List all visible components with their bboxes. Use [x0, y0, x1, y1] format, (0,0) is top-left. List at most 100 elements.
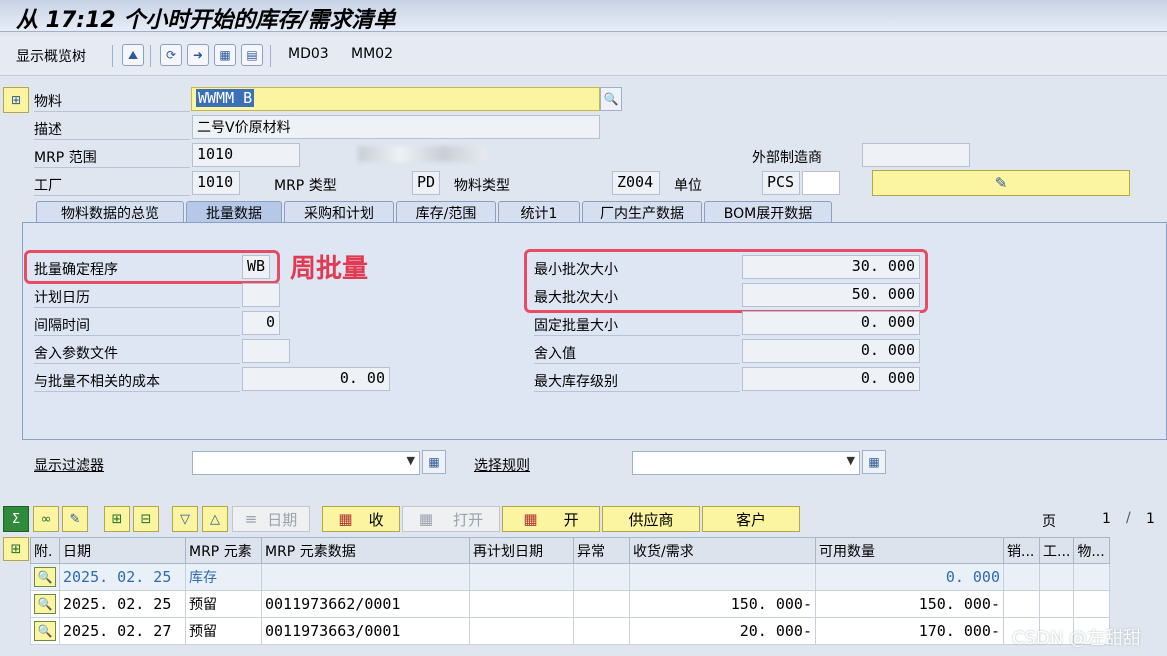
plant-label: 工厂 — [34, 178, 62, 194]
edit-pencil-button[interactable]: ✎ — [872, 170, 1130, 196]
page-total: 1 — [1146, 511, 1155, 527]
tab-overview[interactable]: 物料数据的总览 — [36, 201, 184, 223]
table-header-row: 附. 日期 MRP 元素 MRP 元素数据 再计划日期 异常 收货/需求 可用数… — [30, 537, 1111, 564]
magnifier-icon[interactable]: 🔍 — [34, 621, 56, 641]
column-header[interactable]: 工... — [1038, 537, 1075, 564]
select-all-icon[interactable]: ⊞ — [3, 537, 29, 561]
date-cell: 2025. 02. 27 — [59, 617, 186, 645]
selection-rule-dropdown[interactable]: ▼ — [632, 451, 860, 475]
mrp-elements-table: 附. 日期 MRP 元素 MRP 元素数据 再计划日期 异常 收货/需求 可用数… — [30, 537, 1111, 645]
planning-calendar-field — [242, 283, 280, 307]
interval-field: 0 — [242, 311, 280, 335]
available-qty-cell: 0. 000 — [815, 563, 1004, 591]
tab-lot-size-data[interactable]: 批量数据 — [186, 201, 282, 223]
sort-down-icon[interactable]: ▽ — [172, 506, 198, 532]
magnifier-icon[interactable]: 🔍 — [34, 567, 56, 587]
open-button-label: 打开 — [453, 510, 484, 529]
row-detail-cell[interactable]: 🔍 — [30, 617, 60, 645]
label-underline — [534, 363, 740, 364]
mm02-button[interactable]: MM02 — [351, 46, 393, 62]
row-detail-cell[interactable]: 🔍 — [30, 563, 60, 591]
column-header[interactable]: MRP 元素 — [185, 537, 262, 564]
column-header[interactable]: 异常 — [573, 537, 630, 564]
receive-button[interactable]: ▦ 收 — [322, 506, 400, 532]
pencil-icon[interactable]: ✎ — [62, 506, 88, 532]
table-row[interactable]: 🔍 2025. 02. 25 库存 0. 000 — [30, 563, 1111, 591]
toolbar-separator — [112, 45, 113, 67]
available-qty-cell: 150. 000- — [815, 590, 1004, 618]
refresh-icon[interactable]: ⟳ — [160, 44, 182, 66]
tab-statistics[interactable]: 统计1 — [498, 201, 580, 223]
table-row[interactable]: 🔍 2025. 02. 25 预留 0011973662/0001 150. 0… — [30, 590, 1111, 618]
material-input[interactable]: WWMM B — [191, 87, 600, 111]
lot-independent-cost-field: 0. 00 — [242, 367, 390, 391]
empty-cell — [1038, 563, 1075, 591]
selection-rule-label: 选择规则 — [474, 458, 530, 474]
document-icon[interactable]: ▤ — [241, 44, 263, 66]
date-button[interactable]: ≡ 日期 — [232, 506, 310, 532]
customer-button[interactable]: 客户 — [702, 506, 800, 532]
column-header[interactable]: 再计划日期 — [469, 537, 574, 564]
pencil-icon: ✎ — [994, 174, 1008, 192]
rounding-value-label: 舍入值 — [534, 346, 576, 362]
date-cell: 2025. 02. 25 — [59, 590, 186, 618]
column-header[interactable]: 附. — [30, 537, 60, 564]
toolbar-separator — [150, 45, 151, 67]
rule-settings-icon[interactable]: ▦ — [862, 450, 886, 474]
column-header[interactable]: 收货/需求 — [629, 537, 816, 564]
title-bar: 从 17:12 个小时开始的库存/需求清单 — [0, 0, 1167, 33]
column-header[interactable]: 日期 — [59, 537, 186, 564]
page-label: 页 — [1042, 514, 1056, 530]
table-row[interactable]: 🔍 2025. 02. 27 预留 0011973663/0001 20. 00… — [30, 617, 1111, 645]
element-data-cell: 0011973663/0001 — [261, 617, 470, 645]
column-header[interactable]: 销... — [1003, 537, 1040, 564]
magnifier-icon[interactable]: 🔍 — [34, 594, 56, 614]
display-filter-dropdown[interactable]: ▼ — [192, 451, 420, 475]
calculator-icon[interactable]: ▦ — [214, 44, 236, 66]
tab-bom-explosion[interactable]: BOM展开数据 — [704, 201, 832, 223]
rounding-profile-label: 舍入参数文件 — [34, 346, 118, 362]
vendor-button[interactable]: 供应商 — [602, 506, 700, 532]
glasses-icon[interactable]: ∞ — [33, 506, 59, 532]
sum-icon[interactable]: Σ — [3, 506, 29, 532]
toolbar-separator — [270, 45, 271, 67]
receipt-requirement-cell: 20. 000- — [629, 617, 816, 645]
page-separator: / — [1126, 510, 1131, 526]
max-stock-level-label: 最大库存级别 — [534, 374, 618, 390]
exception-cell — [573, 617, 630, 645]
planning-calendar-label: 计划日历 — [34, 290, 90, 306]
rounding-value-field: 0. 000 — [742, 339, 920, 363]
highlight-box — [24, 250, 280, 284]
label-underline — [34, 139, 190, 140]
exception-cell — [573, 590, 630, 618]
chevron-down-icon: ▼ — [406, 454, 415, 467]
header-toggle-icon[interactable]: ⊞ — [3, 87, 29, 113]
column-header[interactable]: MRP 元素数据 — [261, 537, 470, 564]
material-label: 物料 — [34, 94, 62, 110]
open-button[interactable]: ▦ 打开 — [402, 506, 500, 532]
hierarchy-expand-icon[interactable]: ⊟ — [133, 506, 159, 532]
column-header[interactable]: 物... — [1073, 537, 1111, 564]
search-icon[interactable]: 🔍 — [600, 87, 622, 111]
filter-settings-icon[interactable]: ▦ — [422, 450, 446, 474]
tab-procurement-planning[interactable]: 采购和计划 — [284, 201, 394, 223]
blurred-text — [358, 146, 486, 162]
tab-inhouse-production[interactable]: 厂内生产数据 — [582, 201, 702, 223]
row-detail-cell[interactable]: 🔍 — [30, 590, 60, 618]
exception-cell — [573, 563, 630, 591]
reschedule-cell — [469, 563, 574, 591]
calendar-icon: ▦ — [523, 510, 538, 528]
tab-stock-range[interactable]: 库存/范围 — [396, 201, 496, 223]
open-period-button[interactable]: ▦ 开 — [502, 506, 600, 532]
hierarchy-icon[interactable]: ⊞ — [104, 506, 130, 532]
overview-tree-button[interactable]: 显示概览树 — [16, 46, 86, 66]
sort-up-icon[interactable]: △ — [202, 506, 228, 532]
mrp-area-field: 1010 — [192, 143, 300, 167]
md03-button[interactable]: MD03 — [288, 46, 329, 62]
column-header[interactable]: 可用数量 — [815, 537, 1004, 564]
forward-icon[interactable]: ➜ — [187, 44, 209, 66]
material-type-label: 物料类型 — [454, 178, 510, 194]
material-value: WWMM B — [196, 89, 255, 107]
person-mountain-icon[interactable]: ⛰ — [122, 44, 144, 66]
unit-field: PCS — [762, 171, 800, 195]
